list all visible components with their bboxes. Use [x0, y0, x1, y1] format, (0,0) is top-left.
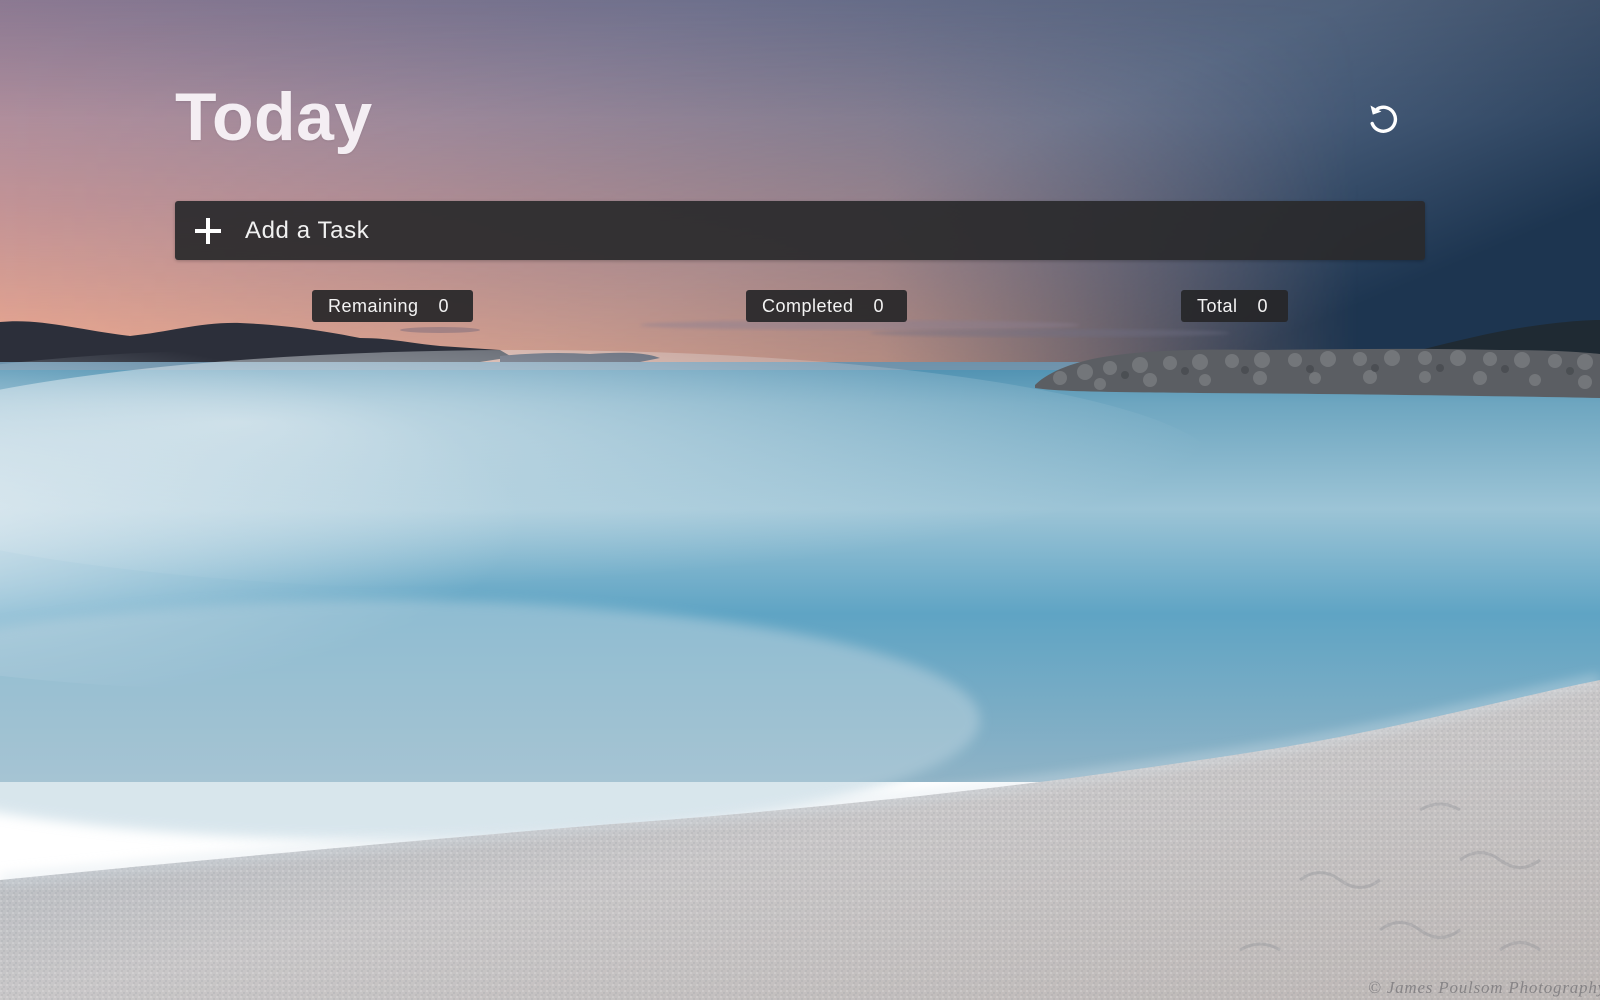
page-title: Today [175, 79, 373, 155]
completed-badge: Completed 0 [746, 290, 907, 322]
total-badge: Total 0 [1181, 290, 1288, 322]
completed-count: 0 [873, 295, 885, 316]
remaining-badge: Remaining 0 [312, 290, 473, 322]
add-task-input[interactable] [245, 201, 1405, 260]
total-label: Total [1197, 295, 1238, 316]
completed-label: Completed [762, 295, 854, 316]
plus-icon[interactable] [193, 216, 223, 246]
add-task-bar[interactable] [175, 201, 1425, 260]
photo-credit: © James Poulsom Photography [1367, 978, 1600, 997]
remaining-label: Remaining [328, 295, 419, 316]
remaining-count: 0 [438, 295, 450, 316]
refresh-button[interactable] [1365, 100, 1401, 136]
refresh-icon [1370, 105, 1398, 133]
total-count: 0 [1257, 295, 1269, 316]
